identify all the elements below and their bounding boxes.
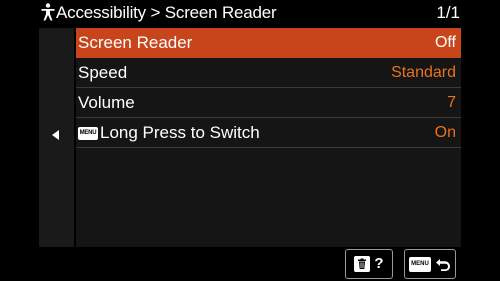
header-bar: Accessibility > Screen Reader 1/1 — [0, 0, 500, 26]
menu-item-label: Volume — [78, 93, 135, 112]
delete-help-button[interactable]: ? — [345, 249, 393, 279]
menu-item-label-group: MENU Long Press to Switch — [78, 122, 260, 144]
menu-item-long-press-to-switch[interactable]: MENU Long Press to Switch On — [76, 118, 461, 148]
menu-item-label: Screen Reader — [78, 33, 193, 52]
menu-item-value: On — [434, 124, 456, 141]
page-title: Accessibility > Screen Reader — [56, 3, 277, 22]
return-arrow-icon — [436, 259, 450, 271]
menu-item-volume[interactable]: Volume 7 — [76, 88, 461, 118]
menu-item-label: Long Press to Switch — [100, 123, 260, 142]
menu-back-button[interactable]: MENU — [404, 249, 456, 279]
page-number: 1/1 — [436, 3, 460, 22]
menu-item-screen-reader[interactable]: Screen Reader Off — [76, 28, 461, 58]
menu-item-label: Speed — [78, 63, 128, 82]
menu-item-value: 7 — [447, 94, 456, 111]
menu-item-value: Off — [434, 34, 456, 51]
menu-button-icon: MENU — [78, 126, 98, 140]
trash-icon — [354, 256, 371, 272]
menu-button-icon: MENU — [409, 256, 431, 272]
question-icon: ? — [374, 255, 384, 272]
menu-item-value: Standard — [391, 64, 456, 81]
menu-item-speed[interactable]: Speed Standard — [76, 58, 461, 88]
left-arrow-icon[interactable] — [52, 130, 59, 140]
settings-list: Screen Reader Off Speed Standard Volume … — [76, 28, 461, 247]
accessibility-person-icon — [41, 3, 55, 21]
